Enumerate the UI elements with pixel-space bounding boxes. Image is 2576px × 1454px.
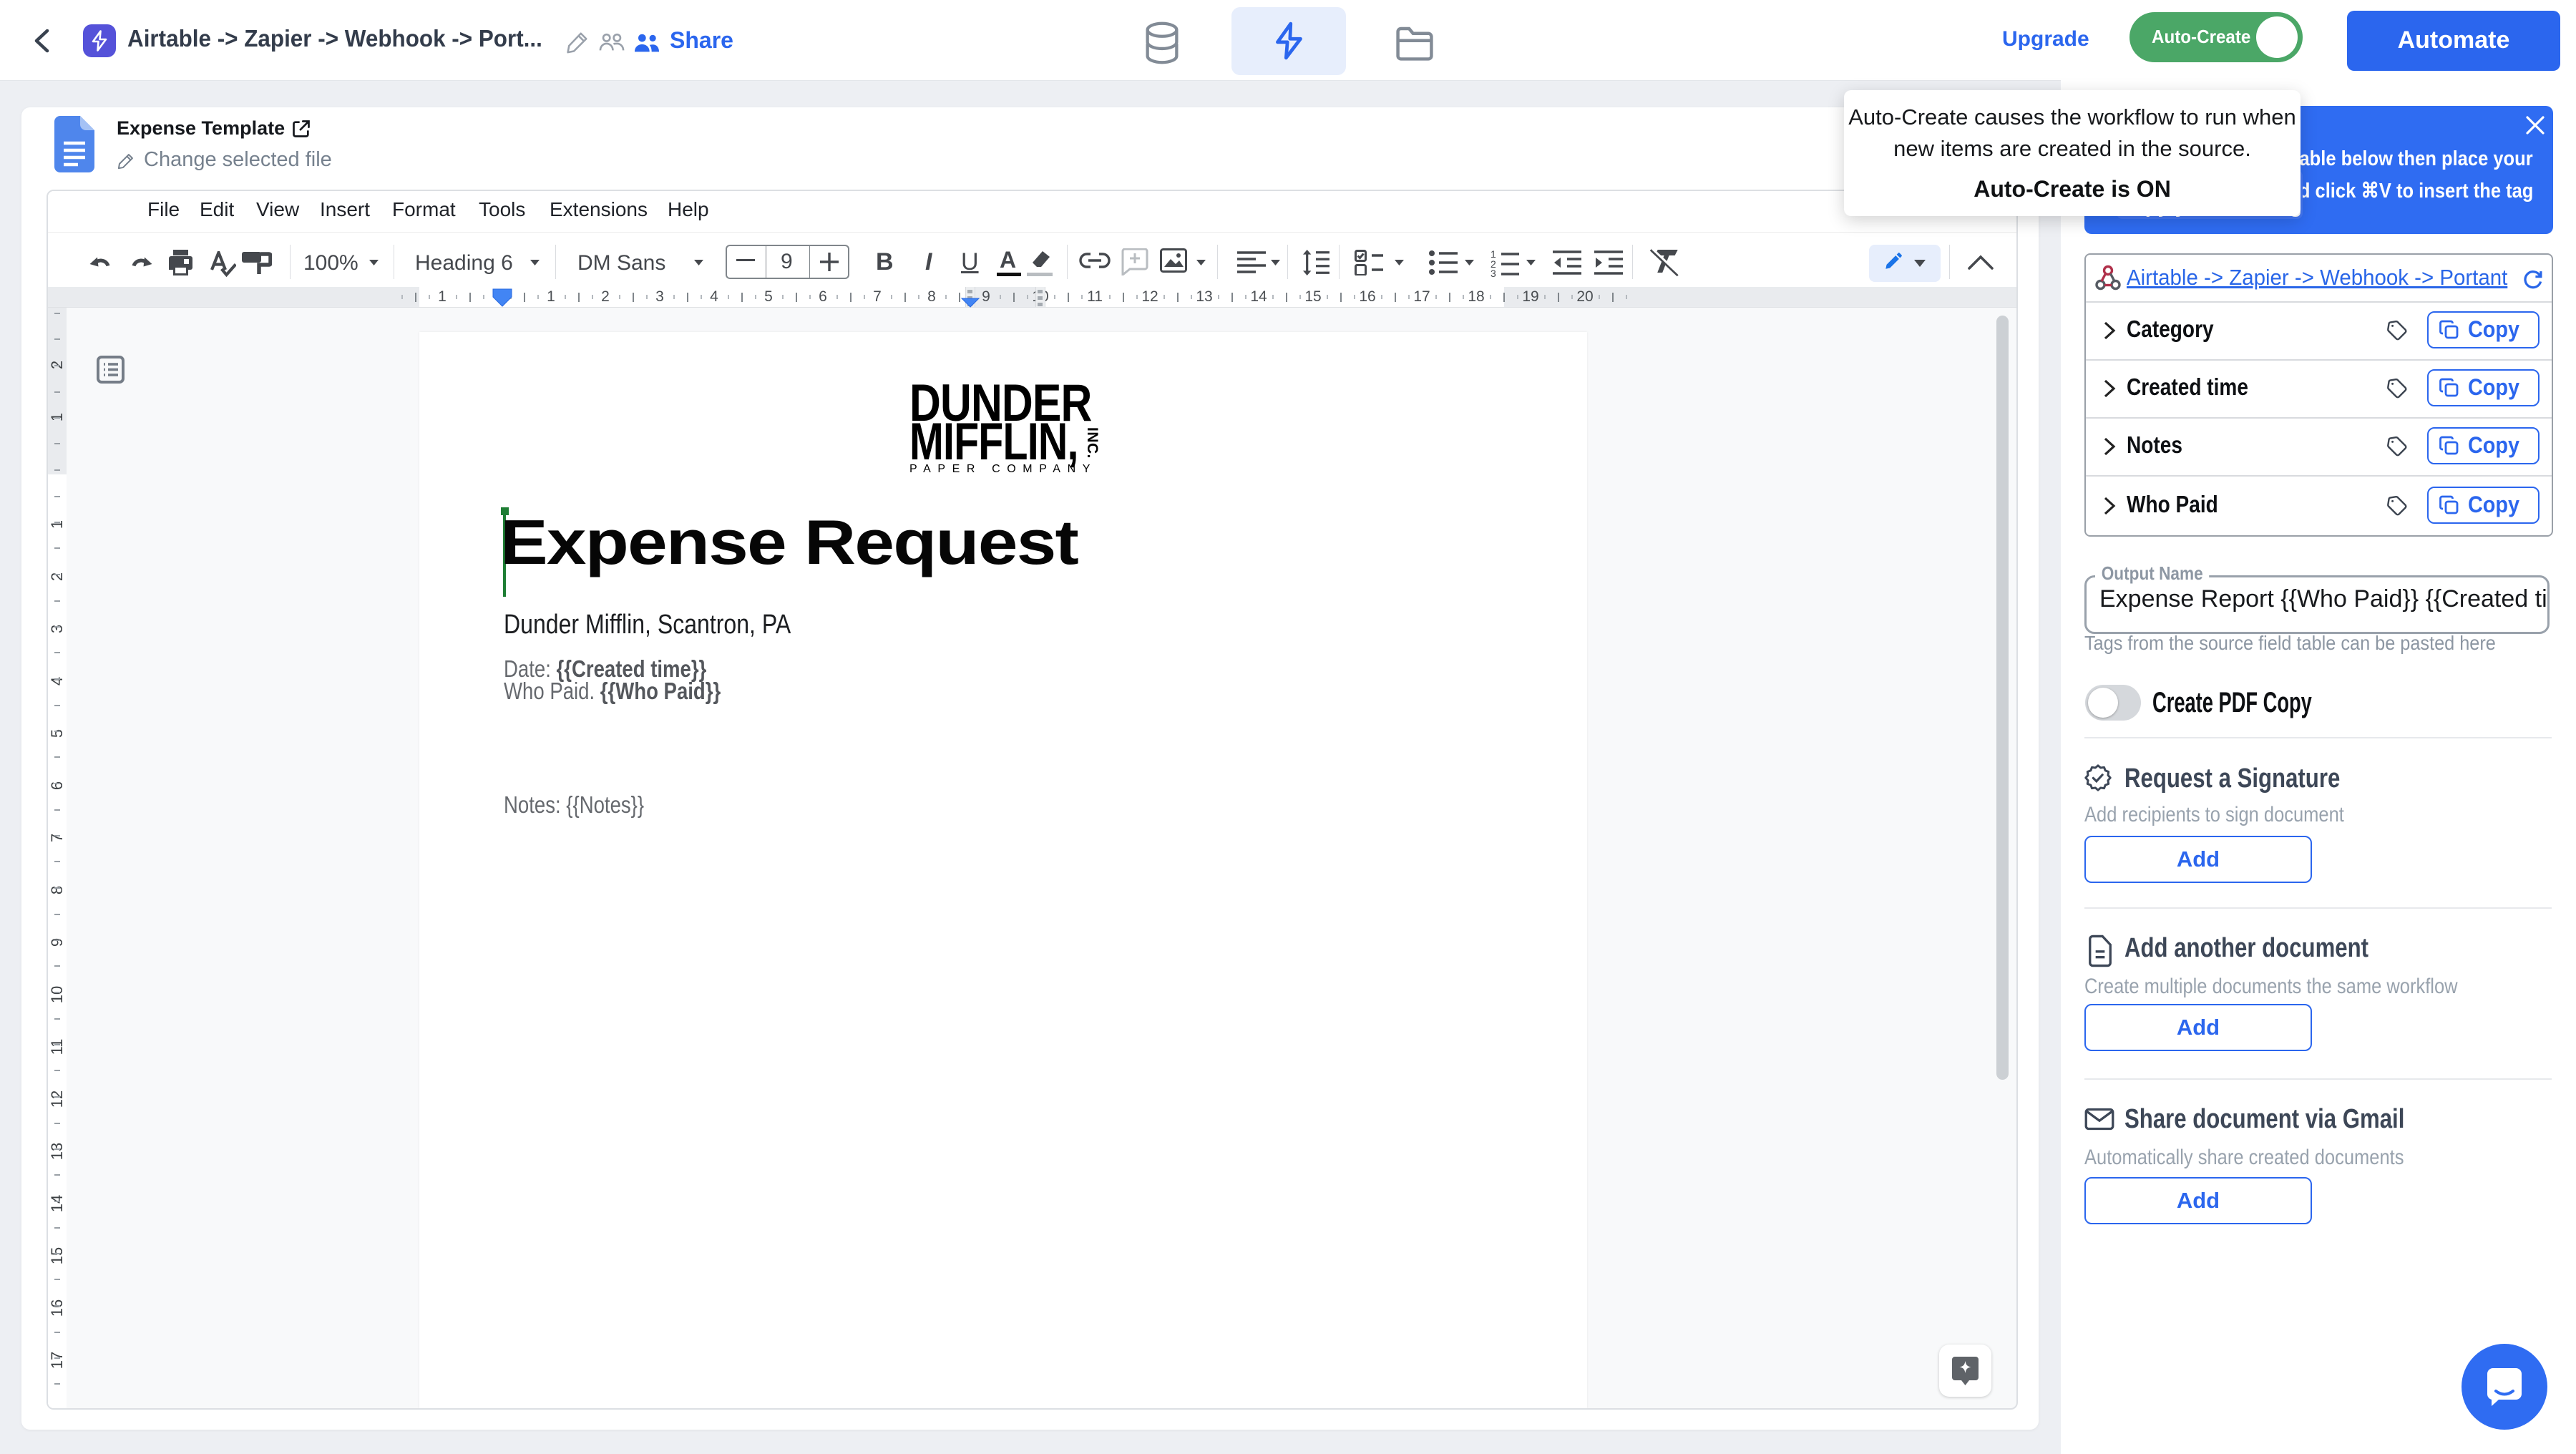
svg-text:3: 3 (1491, 268, 1496, 277)
